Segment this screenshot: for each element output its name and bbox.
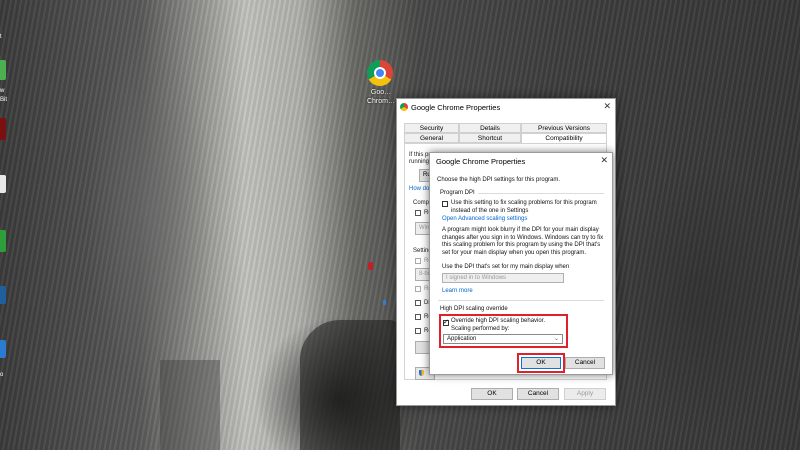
tab-security[interactable]: Security <box>404 123 459 133</box>
override-checkbox-label[interactable]: Override high DPI scaling behavior. Scal… <box>451 318 545 333</box>
checkbox[interactable] <box>415 328 421 334</box>
high-dpi-dialog: Google Chrome Properties ✕ Choose the hi… <box>429 152 613 375</box>
dpi-timing-dropdown[interactable]: I signed in to Windows <box>442 273 564 283</box>
apply-button[interactable]: Apply <box>564 388 606 400</box>
tab-shortcut[interactable]: Shortcut <box>459 133 521 143</box>
dpi-dialog-titlebar[interactable]: Google Chrome Properties ✕ <box>430 153 612 170</box>
scaling-performed-by-dropdown[interactable]: Application ⌄ <box>443 334 563 344</box>
advanced-scaling-link[interactable]: Open Advanced scaling settings <box>442 216 527 224</box>
override-heading: High DPI scaling override <box>440 306 508 312</box>
close-icon[interactable]: ✕ <box>600 155 608 166</box>
dpi-cancel-button[interactable]: Cancel <box>565 357 605 369</box>
learn-more-link[interactable]: Learn more <box>442 288 473 296</box>
climber-figure <box>368 262 373 270</box>
checkbox[interactable] <box>415 286 421 292</box>
climber-figure <box>383 300 386 305</box>
dpi-ok-button[interactable]: OK <box>521 357 561 369</box>
program-dpi-checkbox[interactable] <box>442 201 448 207</box>
checkbox[interactable] <box>415 314 421 320</box>
ok-button[interactable]: OK <box>471 388 513 400</box>
program-dpi-heading: Program DPI <box>440 190 475 196</box>
partial-desktop-icon[interactable] <box>0 340 6 358</box>
desktop-icon-label: o <box>0 372 4 378</box>
tab-details[interactable]: Details <box>459 123 521 133</box>
chrome-shortcut-icon[interactable] <box>367 60 393 86</box>
checkbox[interactable] <box>415 258 421 264</box>
shield-icon <box>419 370 424 376</box>
tab-previous-versions[interactable]: Previous Versions <box>521 123 607 133</box>
tab-general[interactable]: General <box>404 133 459 143</box>
rock-shadow <box>160 360 220 450</box>
divider <box>478 193 604 194</box>
close-icon[interactable]: ✕ <box>603 101 611 112</box>
divider <box>438 300 604 301</box>
override-checkbox[interactable] <box>443 318 449 326</box>
panel-text-fragment: If this pr <box>409 152 431 158</box>
desktop-icon-label: w <box>0 88 5 94</box>
properties-title: Google Chrome Properties <box>411 103 501 112</box>
partial-desktop-icon[interactable] <box>0 230 6 252</box>
cancel-button[interactable]: Cancel <box>517 388 559 400</box>
use-dpi-label: Use the DPI that's set for my main displ… <box>442 264 570 270</box>
partial-desktop-icon[interactable] <box>0 286 6 304</box>
partial-desktop-icon[interactable] <box>0 60 6 80</box>
checkbox[interactable] <box>415 210 421 216</box>
dpi-dialog-title: Google Chrome Properties <box>436 157 526 166</box>
properties-titlebar[interactable]: Google Chrome Properties ✕ <box>397 99 615 116</box>
chrome-icon <box>400 103 408 111</box>
dpi-intro-text: Choose the high DPI settings for this pr… <box>437 177 561 183</box>
desktop-icon-label: Bit <box>0 97 8 103</box>
program-dpi-checkbox-label[interactable]: Use this setting to fix scaling problems… <box>451 200 597 215</box>
partial-desktop-icon[interactable] <box>0 175 6 193</box>
chevron-down-icon: ⌄ <box>553 336 559 342</box>
checkbox[interactable] <box>415 300 421 306</box>
how-do-link[interactable]: How do <box>409 186 429 192</box>
chrome-shortcut-label[interactable]: Goo… Chrom… <box>364 88 398 106</box>
desktop-icon-label: t <box>0 34 2 40</box>
partial-desktop-icon[interactable] <box>0 118 6 140</box>
program-dpi-description: A program might look blurry if the DPI f… <box>442 227 604 256</box>
dark-rock-ledge <box>300 320 400 450</box>
